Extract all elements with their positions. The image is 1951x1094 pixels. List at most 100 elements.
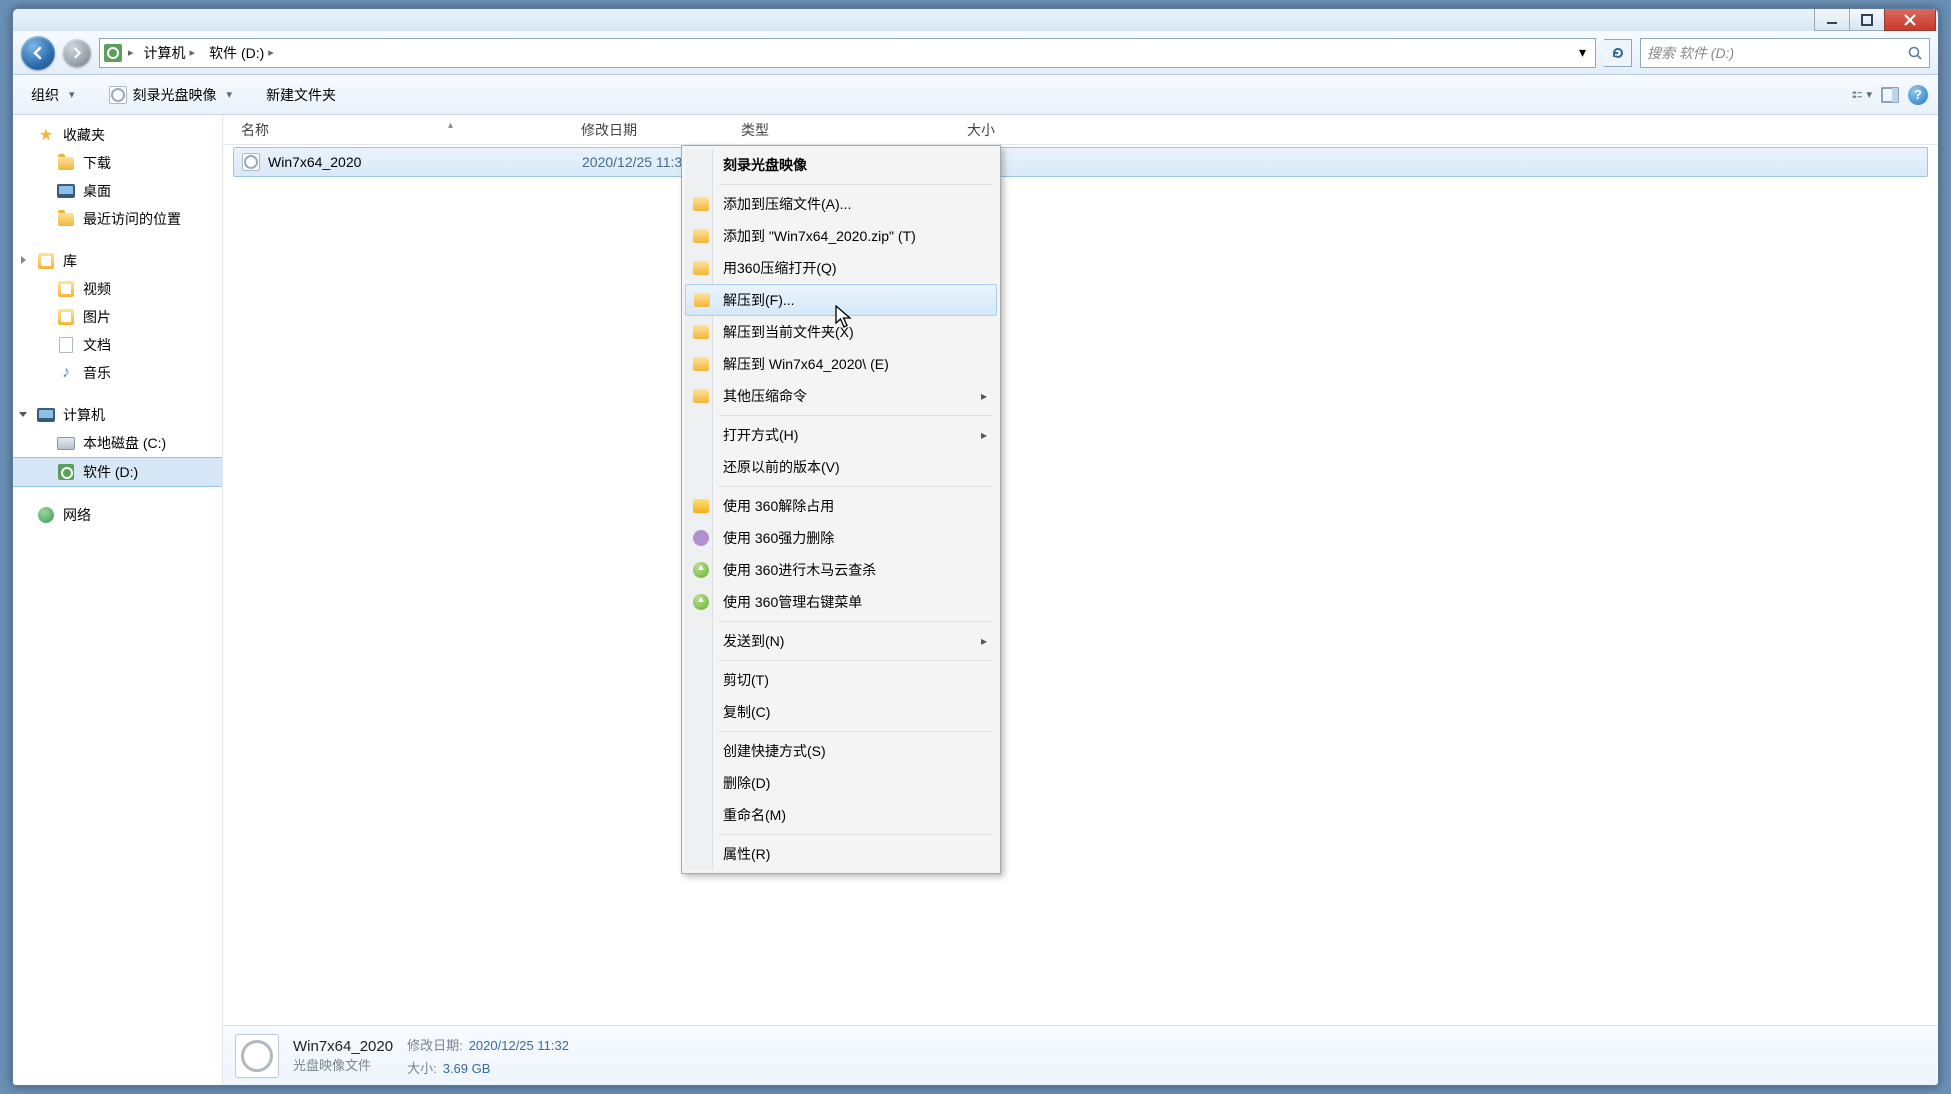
column-headers: 名称 修改日期 类型 大小 bbox=[223, 115, 1938, 145]
details-date-value: 2020/12/25 11:32 bbox=[469, 1038, 569, 1053]
close-button[interactable] bbox=[1884, 9, 1936, 31]
sidebar-network[interactable]: 网络 bbox=[13, 501, 222, 529]
cm-copy[interactable]: 复制(C) bbox=[685, 696, 997, 728]
details-size-label: 大小: bbox=[407, 1058, 437, 1077]
cm-separator bbox=[719, 486, 993, 487]
cm-separator bbox=[719, 184, 993, 185]
drive-icon bbox=[57, 437, 75, 450]
sidebar-recent[interactable]: 最近访问的位置 bbox=[13, 205, 222, 233]
details-size-value: 3.69 GB bbox=[443, 1061, 491, 1076]
column-name[interactable]: 名称 bbox=[233, 120, 573, 140]
cm-360-trojan-scan[interactable]: 使用 360进行木马云查杀 bbox=[685, 554, 997, 586]
sidebar-downloads[interactable]: 下载 bbox=[13, 149, 222, 177]
cm-360-force-delete[interactable]: 使用 360强力删除 bbox=[685, 522, 997, 554]
scan-icon bbox=[693, 562, 709, 578]
favorites-group: ★ 收藏夹 下载 桌面 最近访问的位置 bbox=[13, 121, 222, 233]
cm-360-unlock[interactable]: 使用 360解除占用 bbox=[685, 490, 997, 522]
details-pane: Win7x64_2020 光盘映像文件 修改日期: 2020/12/25 11:3… bbox=[223, 1025, 1938, 1085]
refresh-button[interactable] bbox=[1604, 39, 1632, 67]
file-list[interactable]: Win7x64_2020 2020/12/25 11:32 光盘映像文件 3,8… bbox=[223, 145, 1938, 1025]
cm-burn-image[interactable]: 刻录光盘映像 bbox=[685, 149, 997, 181]
column-size[interactable]: 大小 bbox=[893, 120, 1003, 140]
computer-icon bbox=[37, 408, 55, 422]
pictures-icon bbox=[58, 309, 74, 325]
sidebar-computer[interactable]: 计算机 bbox=[13, 401, 222, 429]
library-icon bbox=[38, 253, 54, 269]
sidebar-documents[interactable]: 文档 bbox=[13, 331, 222, 359]
cm-open-with-360zip[interactable]: 用360压缩打开(Q) bbox=[685, 252, 997, 284]
archive-icon bbox=[693, 389, 709, 403]
sidebar-drive-c[interactable]: 本地磁盘 (C:) bbox=[13, 429, 222, 457]
archive-icon bbox=[693, 261, 709, 275]
address-bar[interactable]: ▸ 计算机▸ 软件 (D:)▸ ▾ bbox=[99, 38, 1596, 68]
iso-file-icon bbox=[242, 153, 260, 171]
details-date-label: 修改日期: bbox=[407, 1035, 463, 1054]
details-filetype: 光盘映像文件 bbox=[293, 1055, 393, 1074]
search-icon bbox=[1907, 45, 1923, 61]
libraries-group: 库 视频 图片 文档 ♪音乐 bbox=[13, 247, 222, 387]
sidebar-drive-d[interactable]: 软件 (D:) bbox=[13, 457, 222, 487]
toolbar: 组织 刻录光盘映像 新建文件夹 ? bbox=[13, 75, 1938, 115]
cm-delete[interactable]: 删除(D) bbox=[685, 767, 997, 799]
column-date[interactable]: 修改日期 bbox=[573, 120, 733, 140]
cm-restore-versions[interactable]: 还原以前的版本(V) bbox=[685, 451, 997, 483]
cm-extract-here[interactable]: 解压到当前文件夹(X) bbox=[685, 316, 997, 348]
view-options-button[interactable] bbox=[1852, 85, 1872, 105]
nav-sidebar: ★ 收藏夹 下载 桌面 最近访问的位置 库 视频 图片 文档 ♪音乐 计算机 本… bbox=[13, 115, 223, 1085]
unlock-icon bbox=[693, 499, 709, 513]
desktop-icon bbox=[57, 184, 75, 198]
collapse-icon bbox=[19, 412, 27, 421]
recent-icon bbox=[58, 213, 74, 226]
computer-group: 计算机 本地磁盘 (C:) 软件 (D:) bbox=[13, 401, 222, 487]
forward-button[interactable] bbox=[63, 39, 91, 67]
cm-cut[interactable]: 剪切(T) bbox=[685, 664, 997, 696]
sidebar-music[interactable]: ♪音乐 bbox=[13, 359, 222, 387]
music-icon: ♪ bbox=[57, 364, 75, 382]
cm-add-to-zip[interactable]: 添加到 "Win7x64_2020.zip" (T) bbox=[685, 220, 997, 252]
cm-add-to-archive[interactable]: 添加到压缩文件(A)... bbox=[685, 188, 997, 220]
details-filename: Win7x64_2020 bbox=[293, 1038, 393, 1055]
cm-separator bbox=[719, 660, 993, 661]
manage-icon bbox=[693, 594, 709, 610]
network-group: 网络 bbox=[13, 501, 222, 529]
folder-icon bbox=[58, 157, 74, 170]
cm-rename[interactable]: 重命名(M) bbox=[685, 799, 997, 831]
force-delete-icon bbox=[693, 530, 709, 546]
breadcrumb-drive-d[interactable]: 软件 (D:)▸ bbox=[205, 41, 278, 65]
cm-extract-to[interactable]: 解压到(F)... bbox=[685, 284, 997, 316]
explorer-window: ▸ 计算机▸ 软件 (D:)▸ ▾ 搜索 软件 (D:) 组织 刻录光盘映像 新… bbox=[12, 8, 1939, 1086]
cm-properties[interactable]: 属性(R) bbox=[685, 838, 997, 870]
file-row-selected[interactable]: Win7x64_2020 2020/12/25 11:32 光盘映像文件 3,8… bbox=[233, 147, 1928, 177]
burn-disc-image-button[interactable]: 刻录光盘映像 bbox=[101, 81, 241, 109]
new-folder-button[interactable]: 新建文件夹 bbox=[258, 81, 344, 109]
sidebar-videos[interactable]: 视频 bbox=[13, 275, 222, 303]
preview-pane-button[interactable] bbox=[1880, 85, 1900, 105]
help-button[interactable]: ? bbox=[1908, 85, 1928, 105]
sidebar-desktop[interactable]: 桌面 bbox=[13, 177, 222, 205]
address-dropdown[interactable]: ▾ bbox=[1573, 42, 1591, 64]
maximize-button[interactable] bbox=[1849, 9, 1885, 31]
sidebar-favorites[interactable]: ★ 收藏夹 bbox=[13, 121, 222, 149]
sidebar-libraries[interactable]: 库 bbox=[13, 247, 222, 275]
cm-send-to[interactable]: 发送到(N) bbox=[685, 625, 997, 657]
column-type[interactable]: 类型 bbox=[733, 120, 893, 140]
nav-bar: ▸ 计算机▸ 软件 (D:)▸ ▾ 搜索 软件 (D:) bbox=[13, 31, 1938, 75]
cm-360-manage-menu[interactable]: 使用 360管理右键菜单 bbox=[685, 586, 997, 618]
cm-create-shortcut[interactable]: 创建快捷方式(S) bbox=[685, 735, 997, 767]
context-menu: 刻录光盘映像 添加到压缩文件(A)... 添加到 "Win7x64_2020.z… bbox=[681, 145, 1001, 874]
search-input[interactable]: 搜索 软件 (D:) bbox=[1640, 38, 1930, 68]
breadcrumb-computer[interactable]: 计算机▸ bbox=[140, 41, 200, 65]
archive-icon bbox=[693, 357, 709, 371]
breadcrumb-sep-icon: ▸ bbox=[128, 46, 134, 59]
back-button[interactable] bbox=[21, 36, 55, 70]
organize-button[interactable]: 组织 bbox=[23, 81, 83, 109]
sidebar-pictures[interactable]: 图片 bbox=[13, 303, 222, 331]
cm-other-zip[interactable]: 其他压缩命令 bbox=[685, 380, 997, 412]
cm-extract-named[interactable]: 解压到 Win7x64_2020\ (E) bbox=[685, 348, 997, 380]
network-icon bbox=[38, 507, 54, 523]
minimize-button[interactable] bbox=[1814, 9, 1850, 31]
drive-icon bbox=[58, 464, 74, 480]
cm-open-with[interactable]: 打开方式(H) bbox=[685, 419, 997, 451]
details-text: Win7x64_2020 光盘映像文件 bbox=[293, 1038, 393, 1074]
body: ★ 收藏夹 下载 桌面 最近访问的位置 库 视频 图片 文档 ♪音乐 计算机 本… bbox=[13, 115, 1938, 1085]
